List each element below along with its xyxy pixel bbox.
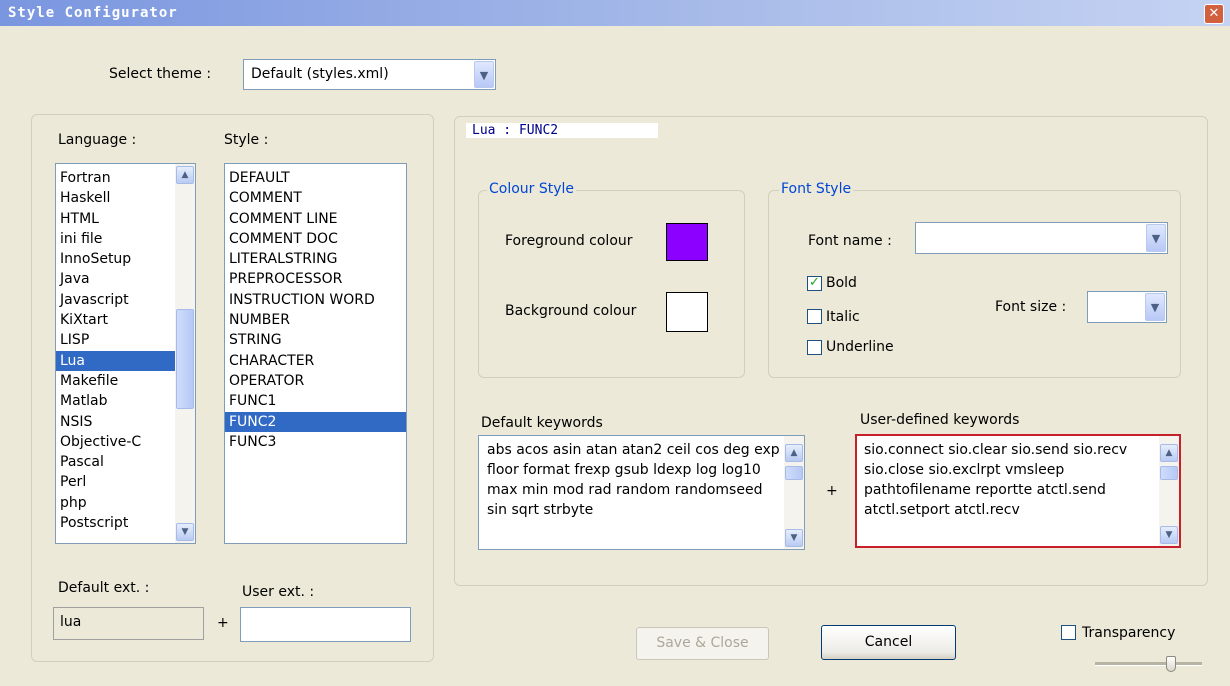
scroll-thumb[interactable]: [785, 466, 803, 480]
user-keywords-scrollbar[interactable]: ▲ ▼: [1159, 436, 1179, 546]
transparency-slider-track[interactable]: [1095, 662, 1202, 666]
chevron-up-icon: ▲: [1165, 448, 1173, 458]
default-ext-label: Default ext. :: [58, 580, 150, 596]
chevron-down-icon: ▼: [181, 527, 189, 537]
style-item[interactable]: LITERALSTRING: [225, 249, 406, 269]
style-item[interactable]: COMMENT: [225, 188, 406, 208]
transparency-slider-thumb[interactable]: [1166, 656, 1176, 672]
select-theme-label: Select theme :: [109, 66, 212, 82]
default-ext-field: lua: [53, 607, 204, 640]
scroll-thumb[interactable]: [1160, 466, 1178, 480]
font-size-arrow[interactable]: ▼: [1145, 293, 1165, 321]
colour-style-group: [478, 190, 745, 378]
scroll-up-button[interactable]: ▲: [785, 444, 803, 462]
user-ext-label: User ext. :: [242, 584, 315, 600]
style-item[interactable]: INSTRUCTION WORD: [225, 290, 406, 310]
style-item[interactable]: FUNC3: [225, 432, 406, 452]
style-item[interactable]: DEFAULT: [225, 168, 406, 188]
save-close-button[interactable]: Save & Close: [636, 627, 769, 660]
underline-label: Underline: [826, 339, 894, 355]
language-list-scrollbar[interactable]: ▲ ▼: [175, 164, 195, 543]
font-style-legend: Font Style: [779, 181, 854, 197]
cancel-button[interactable]: Cancel: [821, 625, 956, 660]
transparency-label: Transparency: [1082, 625, 1176, 641]
default-keywords-scrollbar[interactable]: ▲ ▼: [784, 436, 804, 549]
default-ext-value: lua: [60, 614, 82, 630]
style-item[interactable]: PREPROCESSOR: [225, 269, 406, 289]
default-keywords-label: Default keywords: [481, 415, 603, 431]
theme-select[interactable]: Default (styles.xml) ▼: [243, 59, 496, 90]
scroll-up-button[interactable]: ▲: [176, 166, 194, 184]
chevron-down-icon: ▼: [1151, 232, 1161, 245]
bold-label: Bold: [826, 275, 857, 291]
style-item[interactable]: OPERATOR: [225, 371, 406, 391]
font-size-select[interactable]: ▼: [1087, 291, 1167, 323]
style-item[interactable]: FUNC2: [225, 411, 406, 432]
user-ext-input[interactable]: [240, 607, 411, 642]
chevron-down-icon: ▼: [479, 69, 489, 82]
background-colour-label: Background colour: [505, 303, 637, 319]
background-colour-swatch[interactable]: [666, 292, 708, 332]
colour-style-legend: Colour Style: [487, 181, 577, 197]
user-keywords-box[interactable]: sio.connect sio.clear sio.send sio.recv …: [855, 434, 1181, 548]
style-item[interactable]: STRING: [225, 330, 406, 350]
style-item[interactable]: COMMENT LINE: [225, 209, 406, 229]
default-keywords-text: abs acos asin atan atan2 ceil cos deg ex…: [487, 442, 780, 518]
italic-checkbox[interactable]: [807, 309, 822, 324]
style-item[interactable]: CHARACTER: [225, 351, 406, 371]
chevron-up-icon: ▲: [790, 448, 798, 458]
bold-checkbox[interactable]: ✓: [807, 276, 822, 291]
user-keywords-text: sio.connect sio.clear sio.send sio.recv …: [864, 442, 1128, 518]
style-item[interactable]: NUMBER: [225, 310, 406, 330]
chevron-down-icon: ▼: [790, 533, 798, 543]
font-name-arrow[interactable]: ▼: [1146, 224, 1166, 252]
panel-title: Lua : FUNC2: [466, 123, 659, 138]
style-list[interactable]: DEFAULT COMMENT COMMENT LINE COMMENT DOC LIT…: [224, 163, 407, 544]
ext-plus: +: [217, 615, 229, 631]
scroll-down-button[interactable]: ▼: [176, 523, 194, 541]
transparency-checkbox[interactable]: [1061, 625, 1076, 640]
keywords-plus: +: [826, 483, 838, 499]
style-configurator-window: Style Configurator ✕ Select theme : Defa…: [0, 0, 1230, 686]
chevron-down-icon: ▼: [1165, 530, 1173, 540]
chevron-up-icon: ▲: [181, 170, 189, 180]
style-item[interactable]: COMMENT DOC: [225, 229, 406, 249]
chevron-down-icon: ▼: [1150, 301, 1160, 314]
theme-select-arrow[interactable]: ▼: [474, 61, 494, 88]
scroll-down-button[interactable]: ▼: [785, 529, 803, 547]
style-item[interactable]: FUNC1: [225, 391, 406, 411]
italic-label: Italic: [826, 309, 860, 325]
close-button[interactable]: ✕: [1204, 4, 1224, 24]
language-label: Language :: [58, 132, 137, 148]
font-name-label: Font name :: [808, 233, 892, 249]
font-size-label: Font size :: [995, 299, 1067, 315]
style-label: Style :: [224, 132, 269, 148]
foreground-colour-label: Foreground colour: [505, 233, 633, 249]
scroll-up-button[interactable]: ▲: [1160, 444, 1178, 462]
foreground-colour-swatch[interactable]: [666, 223, 708, 261]
font-name-select[interactable]: ▼: [915, 222, 1168, 254]
user-keywords-label: User-defined keywords: [860, 412, 1020, 428]
language-list[interactable]: Fortran Haskell HTML ini file InnoSetup Java J…: [55, 163, 196, 544]
default-keywords-box[interactable]: abs acos asin atan atan2 ceil cos deg ex…: [478, 435, 805, 550]
close-icon: ✕: [1208, 6, 1220, 21]
check-icon: ✓: [809, 275, 820, 290]
scroll-thumb[interactable]: [176, 309, 194, 409]
scroll-down-button[interactable]: ▼: [1160, 526, 1178, 544]
theme-select-value: Default (styles.xml): [251, 66, 389, 82]
title-bar[interactable]: Style Configurator ✕: [0, 0, 1230, 26]
underline-checkbox[interactable]: [807, 340, 822, 355]
window-title: Style Configurator: [8, 5, 178, 21]
